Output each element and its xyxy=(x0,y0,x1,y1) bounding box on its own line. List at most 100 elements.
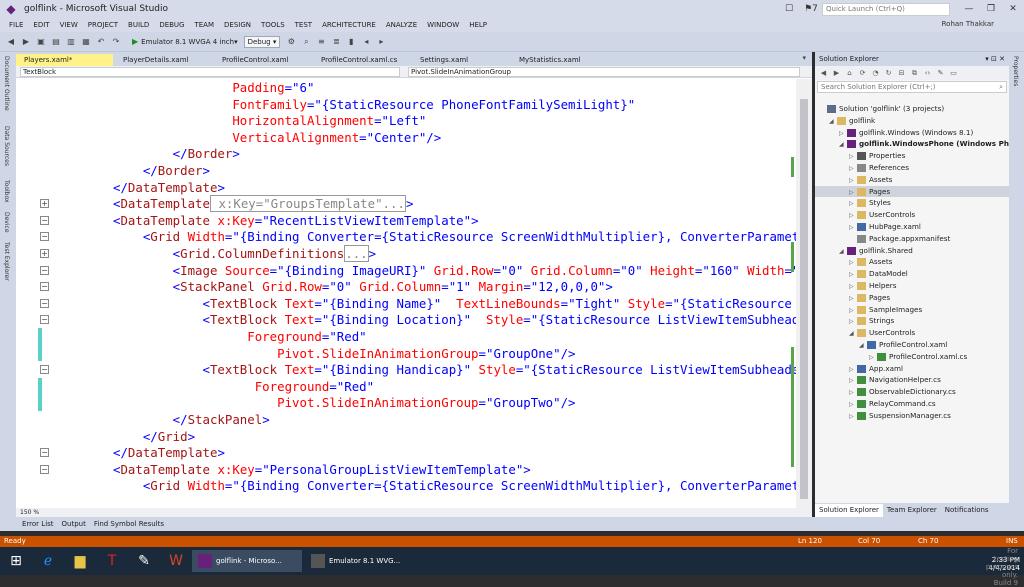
code-line[interactable]: <TextBlock Text="{Binding Name}" TextLin… xyxy=(16,295,796,312)
tab-find-symbol-results[interactable]: Find Symbol Results xyxy=(90,520,168,528)
tree-node[interactable]: ▷ NavigationHelper.cs xyxy=(815,374,941,386)
outline-toggle-icon[interactable]: − xyxy=(40,232,49,242)
back-icon[interactable]: ◀ xyxy=(6,37,16,47)
outline-toggle-icon[interactable]: − xyxy=(40,448,49,458)
refresh-icon[interactable]: ↻ xyxy=(884,69,893,78)
tree-node[interactable]: ▷ UserControls xyxy=(815,209,915,221)
menu-view[interactable]: VIEW xyxy=(55,21,83,29)
attach-icon[interactable]: ⚙ xyxy=(286,37,296,47)
bookmark-prev-icon[interactable]: ◂ xyxy=(361,37,371,47)
panel-controls[interactable]: ▾ ⊡ ✕ xyxy=(985,52,1005,66)
user-name[interactable]: Rohan Thakkar xyxy=(942,20,994,28)
scroll-thumb[interactable] xyxy=(800,99,808,499)
outline-toggle-icon[interactable]: − xyxy=(40,298,49,308)
code-line[interactable]: Foreground="Red" xyxy=(16,328,796,345)
bookmark-icon[interactable]: ▮ xyxy=(346,37,356,47)
zoom-level[interactable]: 150 % xyxy=(16,508,812,517)
outline-toggle-icon[interactable]: − xyxy=(40,464,49,474)
menu-tools[interactable]: TOOLS xyxy=(256,21,290,29)
tree-node[interactable]: ▷ RelayCommand.cs xyxy=(815,398,936,410)
code-line[interactable]: </Grid> xyxy=(16,428,796,445)
tree-node[interactable]: ▷ Styles xyxy=(815,197,891,209)
quick-launch-input[interactable]: Quick Launch (Ctrl+Q) xyxy=(822,2,950,16)
menu-project[interactable]: PROJECT xyxy=(83,21,123,29)
home-icon[interactable]: ⌂ xyxy=(845,69,854,78)
paint-icon[interactable]: ✎ xyxy=(133,551,155,571)
save-icon[interactable]: ▥ xyxy=(66,37,76,47)
solution-search-input[interactable]: Search Solution Explorer (Ctrl+;) ⌕ xyxy=(817,81,1007,93)
tab-solution-explorer[interactable]: Solution Explorer xyxy=(815,503,883,517)
tab-profile-control-cs[interactable]: ProfileControl.xaml.cs xyxy=(313,54,410,66)
bookmark-next-icon[interactable]: ▸ xyxy=(376,37,386,47)
start-icon[interactable]: ⊞ xyxy=(5,551,27,571)
tab-settings-xaml[interactable]: Settings.xaml xyxy=(412,54,509,66)
menu-team[interactable]: TEAM xyxy=(189,21,219,29)
comment-icon[interactable]: ≡ xyxy=(316,37,326,47)
code-line[interactable]: </DataTemplate> xyxy=(16,179,796,196)
properties-icon[interactable]: ✎ xyxy=(936,69,945,78)
tree-node[interactable]: ▷ SampleImages xyxy=(815,304,922,316)
tab-dropdown-icon[interactable]: ▾ xyxy=(802,54,806,62)
tree-node[interactable]: ▷ Pages xyxy=(815,185,1009,198)
attribute-navigator[interactable]: Pivot.SlideInAnimationGroup xyxy=(408,66,800,77)
forward-icon[interactable]: ▶ xyxy=(21,37,31,47)
vertical-scrollbar[interactable] xyxy=(796,79,812,512)
code-line[interactable]: HorizontalAlignment="Left" xyxy=(16,112,796,129)
tree-node[interactable]: ▷ App.xaml xyxy=(815,363,903,375)
tab-error-list[interactable]: Error List xyxy=(18,520,58,528)
find-icon[interactable]: ⌕ xyxy=(301,37,311,47)
menu-help[interactable]: HELP xyxy=(464,21,492,29)
tree-node[interactable]: ▷ DataModel xyxy=(815,268,908,280)
uncomment-icon[interactable]: ≣ xyxy=(331,37,341,47)
close-button[interactable]: ✕ xyxy=(1002,4,1024,14)
menu-edit[interactable]: EDIT xyxy=(28,21,54,29)
code-area[interactable]: Padding="6" FontFamily="{StaticResource … xyxy=(16,79,796,512)
tab-notifications[interactable]: Notifications xyxy=(941,506,993,514)
minimize-button[interactable]: — xyxy=(958,4,980,14)
code-line[interactable]: </DataTemplate> xyxy=(16,444,796,461)
save-all-icon[interactable]: ▦ xyxy=(81,37,91,47)
file-explorer-icon[interactable]: ▆ xyxy=(69,551,91,571)
view-code-icon[interactable]: ‹› xyxy=(923,69,932,78)
tree-node[interactable]: ▷ Assets xyxy=(815,256,892,268)
code-line[interactable]: <Image Source="{Binding ImageURI}" Grid.… xyxy=(16,262,796,279)
taskbar-visual-studio[interactable]: golflink - Microso... xyxy=(192,550,302,572)
outline-toggle-icon[interactable]: + xyxy=(40,199,49,209)
menu-file[interactable]: FILE xyxy=(4,21,28,29)
outline-toggle-icon[interactable]: − xyxy=(40,215,49,225)
code-line[interactable]: <Grid Width="{Binding Converter={StaticR… xyxy=(16,228,796,245)
rail-toolbox[interactable]: Toolbox xyxy=(3,180,10,203)
new-project-icon[interactable]: ▣ xyxy=(36,37,46,47)
code-line[interactable]: <TextBlock Text="{Binding Location}" Sty… xyxy=(16,311,797,328)
start-debugging-button[interactable]: ▶ Emulator 8.1 WVGA 4 inch ▾ xyxy=(132,37,238,46)
rail-document-outline[interactable]: Document Outline xyxy=(3,56,10,111)
code-line[interactable]: Pivot.SlideInAnimationGroup="GroupTwo"/> xyxy=(16,394,796,411)
rail-data-sources[interactable]: Data Sources xyxy=(3,126,10,166)
flag-icon[interactable]: ⚑7 xyxy=(800,4,822,14)
tab-player-details-xaml[interactable]: PlayerDetails.xaml xyxy=(115,54,212,66)
tree-node[interactable]: ▷ Assets xyxy=(815,174,892,186)
tree-node[interactable]: ▷ SuspensionManager.cs xyxy=(815,410,951,422)
tree-node[interactable]: ▷ Helpers xyxy=(815,280,897,292)
code-line[interactable]: Foreground="Red" xyxy=(16,378,796,395)
rail-properties[interactable]: Properties xyxy=(1012,56,1019,86)
forward-icon[interactable]: ▶ xyxy=(832,69,841,78)
tree-node[interactable]: ▷ Strings xyxy=(815,315,894,327)
outline-toggle-icon[interactable]: + xyxy=(40,249,49,258)
element-navigator[interactable]: TextBlock xyxy=(20,66,400,77)
t-app-icon[interactable]: T xyxy=(101,551,123,571)
code-line[interactable]: <TextBlock Text="{Binding Handicap}" Sty… xyxy=(16,361,797,378)
tree-node[interactable]: ◢ golflink.Shared xyxy=(815,245,913,257)
notification-icon[interactable]: ☐ xyxy=(778,4,800,14)
tree-node[interactable]: ◢ ProfileControl.xaml xyxy=(815,339,947,351)
preview-icon[interactable]: ▭ xyxy=(949,69,958,78)
tab-players-xaml[interactable]: Players.xaml* xyxy=(16,54,113,66)
taskbar-emulator[interactable]: Emulator 8.1 WVG... xyxy=(305,550,415,572)
code-line[interactable]: <DataTemplate x:Key="GroupsTemplate"...> xyxy=(16,195,796,213)
tab-team-explorer[interactable]: Team Explorer xyxy=(883,506,941,514)
tree-node[interactable]: Solution 'golflink' (3 projects) xyxy=(815,103,944,115)
code-line[interactable]: </Border> xyxy=(16,145,796,162)
sync-icon[interactable]: ⟳ xyxy=(858,69,867,78)
code-line[interactable]: <DataTemplate x:Key="PersonalGroupListVi… xyxy=(16,461,796,478)
code-line[interactable]: FontFamily="{StaticResource PhoneFontFam… xyxy=(16,96,796,113)
